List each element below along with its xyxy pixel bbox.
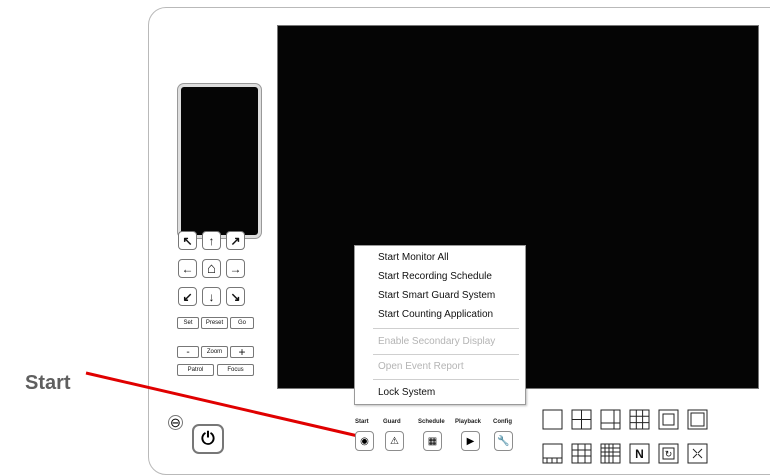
thirty-six-view-icon[interactable] — [600, 443, 621, 464]
nine-view-icon[interactable] — [629, 409, 650, 430]
n-view-label: N — [635, 447, 644, 461]
six-view-icon[interactable] — [600, 409, 621, 430]
sixteen-view-icon[interactable] — [687, 409, 708, 430]
cycle-symbol: ↻ — [665, 449, 673, 459]
thirteen-view-icon[interactable] — [658, 409, 679, 430]
twenty-view-icon[interactable] — [542, 443, 563, 464]
layout-buttons-canvas: N ↻ — [542, 409, 708, 464]
twenty-five-view-icon[interactable] — [571, 443, 592, 464]
quad-view-icon[interactable] — [571, 409, 592, 430]
single-view-icon[interactable] — [542, 409, 563, 430]
fullscreen-icon[interactable] — [687, 443, 708, 464]
